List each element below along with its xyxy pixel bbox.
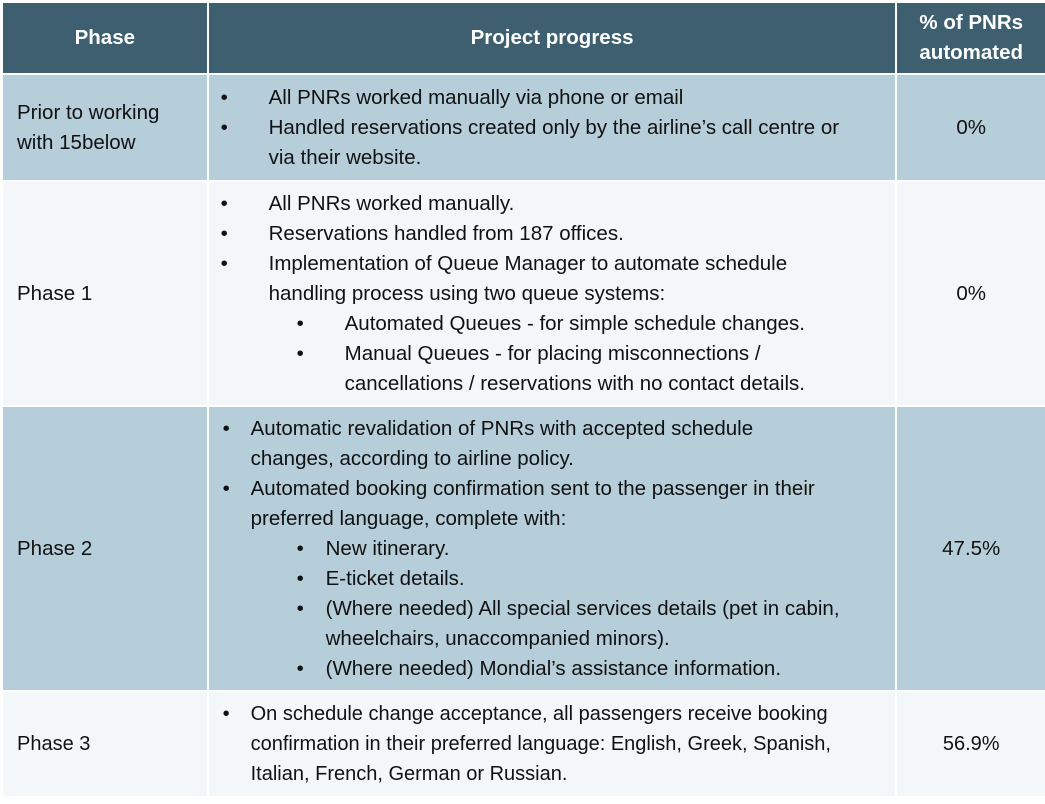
sub-list-item: • Automated Queues - for simple schedule … (209, 309, 896, 339)
header-phase: Phase (3, 3, 207, 73)
list-item: • Automated booking confirmation sent to … (209, 474, 896, 684)
table-row: Prior to working with 15below • All PNRs … (3, 75, 1045, 180)
bullet-icon: • (296, 566, 304, 590)
list-item: • Reservations handled from 187 offices. (209, 219, 896, 249)
progress-cell: • On schedule change acceptance, all pass… (208, 692, 896, 796)
bullet-icon: • (296, 596, 304, 620)
header-progress: Project progress (208, 3, 896, 73)
phase-label-line1: Prior to working (17, 100, 160, 124)
sub-list-item: • New itinerary. (209, 534, 896, 564)
progress-list: • All PNRs worked manually via phone or e… (209, 83, 896, 173)
bullet-icon: • (296, 311, 304, 335)
bullet-icon: • (222, 703, 230, 725)
pct-cell: 0% (897, 182, 1045, 405)
bullet-icon: • (220, 85, 228, 109)
phase-cell: Prior to working with 15below (3, 75, 207, 180)
sub-list-item: • (Where needed) All special services det… (209, 594, 896, 654)
bullet-icon: • (220, 115, 228, 139)
progress-cell: • All PNRs worked manually. • Reservations… (208, 182, 896, 405)
list-item: • Implementation of Queue Manager to auto… (209, 249, 896, 399)
phase-cell: Phase 3 (3, 692, 207, 796)
pct-cell: 47.5% (897, 407, 1045, 690)
list-item: • Automatic revalidation of PNRs with acc… (209, 414, 896, 474)
progress-cell: • Automatic revalidation of PNRs with acc… (208, 407, 896, 690)
sub-list: • New itinerary. • E-ticket details. • (Whe… (209, 534, 896, 684)
pct-cell: 56.9% (897, 692, 1045, 796)
header-pct-line1: % of PNRs (919, 11, 1024, 34)
progress-list: • All PNRs worked manually. • Reservations… (209, 189, 896, 399)
sub-list-item: • Manual Queues - for placing misconnecti… (209, 339, 896, 399)
list-item: • Handled reservations created only by th… (209, 113, 896, 173)
pct-cell: 0% (897, 75, 1045, 180)
bullet-icon: • (222, 416, 230, 440)
bullet-icon: • (296, 536, 304, 560)
progress-cell: • All PNRs worked manually via phone or e… (208, 75, 896, 180)
bullet-icon: • (220, 191, 228, 215)
phase-progress-table: Phase Project progress % of PNRs automat… (1, 1, 1045, 798)
list-item: • All PNRs worked manually via phone or e… (209, 83, 896, 113)
list-item: • On schedule change acceptance, all pass… (209, 699, 896, 789)
phase-cell: Phase 1 (3, 182, 207, 405)
bullet-icon: • (220, 221, 228, 245)
progress-list: • Automatic revalidation of PNRs with acc… (209, 414, 896, 684)
sub-list: • Automated Queues - for simple schedule … (209, 309, 896, 399)
header-pct-line2: automated (919, 41, 1024, 64)
sub-list-item: • (Where needed) Mondial’s assistance inf… (209, 654, 896, 684)
table-row: Phase 1 • All PNRs worked manually. • Rese… (3, 182, 1045, 405)
table-row: Phase 3 • On schedule change acceptance, … (3, 692, 1045, 796)
bullet-icon: • (296, 341, 304, 365)
table-row: Phase 2 • Automatic revalidation of PNRs … (3, 407, 1045, 690)
bullet-icon: • (222, 476, 230, 500)
progress-list: • On schedule change acceptance, all pass… (209, 699, 896, 789)
sub-list-item: • E-ticket details. (209, 564, 896, 594)
phase-cell: Phase 2 (3, 407, 207, 690)
header-pct: % of PNRs automated (897, 3, 1045, 73)
header-row: Phase Project progress % of PNRs automat… (3, 3, 1045, 73)
phase-label-line2: with 15below (17, 130, 136, 154)
bullet-icon: • (296, 656, 304, 680)
bullet-icon: • (220, 251, 228, 275)
list-item: • All PNRs worked manually. (209, 189, 896, 219)
